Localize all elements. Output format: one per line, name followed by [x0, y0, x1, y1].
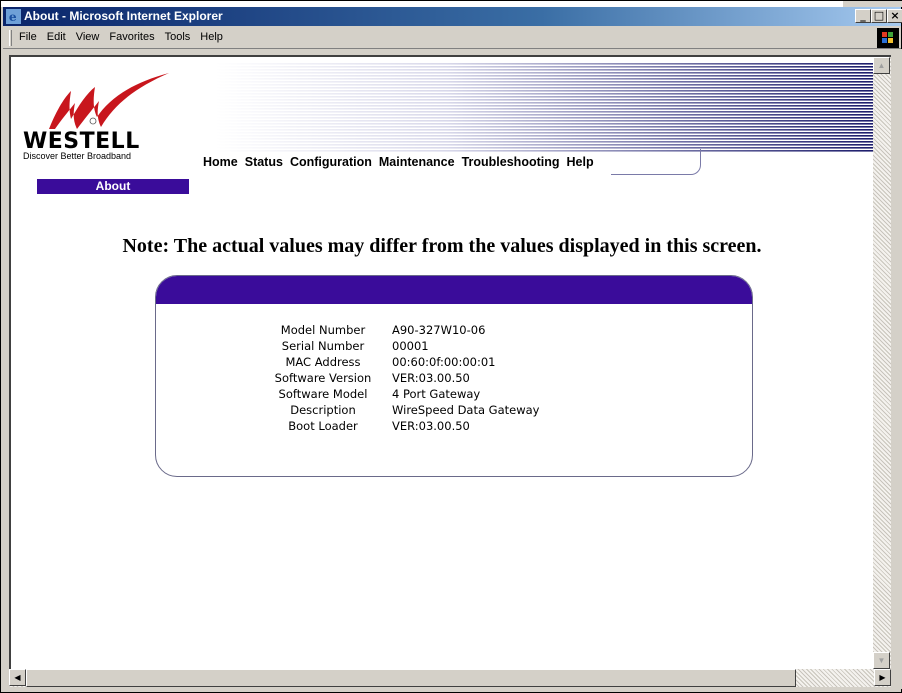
- info-row: MAC Address 00:60:0f:00:00:01: [262, 354, 539, 370]
- vertical-scrollbar[interactable]: ▲ ▼: [873, 55, 891, 669]
- note-text: Note: The actual values may differ from …: [122, 235, 762, 257]
- mac-address-label: MAC Address: [285, 355, 361, 369]
- model-number-value: A90-327W10-06: [392, 323, 486, 337]
- nav-home[interactable]: Home: [203, 155, 238, 169]
- info-row: Serial Number 00001: [262, 338, 539, 354]
- main-nav: Home Status Configuration Maintenance Tr…: [203, 155, 594, 169]
- browser-window: e About - Microsoft Internet Explorer _ …: [0, 0, 902, 693]
- about-panel: Model Number A90-327W10-06 Serial Number…: [155, 275, 753, 477]
- window-title: About - Microsoft Internet Explorer: [24, 9, 223, 23]
- boot-loader-label: Boot Loader: [288, 419, 358, 433]
- nav-maintenance[interactable]: Maintenance: [379, 155, 455, 169]
- menu-help[interactable]: Help: [200, 31, 223, 43]
- about-panel-header: [156, 276, 752, 304]
- nav-troubleshooting[interactable]: Troubleshooting: [462, 155, 560, 169]
- scroll-right-icon[interactable]: ▶: [874, 669, 891, 686]
- page-content: WESTELL Discover Better Broadband Home S…: [9, 55, 873, 669]
- menu-tools[interactable]: Tools: [165, 31, 191, 43]
- nav-configuration[interactable]: Configuration: [290, 155, 372, 169]
- software-version-label: Software Version: [274, 371, 372, 385]
- description-label: Description: [290, 403, 356, 417]
- about-info-table: Model Number A90-327W10-06 Serial Number…: [262, 322, 540, 434]
- menu-view[interactable]: View: [76, 31, 100, 43]
- software-version-value: VER:03.00.50: [392, 371, 470, 385]
- serial-number-label: Serial Number: [281, 339, 365, 353]
- menu-grip[interactable]: [9, 30, 12, 46]
- nav-status[interactable]: Status: [245, 155, 283, 169]
- menu-favorites[interactable]: Favorites: [109, 31, 154, 43]
- minimize-button[interactable]: _: [855, 9, 871, 23]
- close-button[interactable]: ×: [887, 9, 902, 23]
- brand-tagline: Discover Better Broadband: [23, 151, 132, 161]
- scroll-down-icon[interactable]: ▼: [873, 652, 890, 669]
- info-row: Boot Loader VER:03.00.50: [262, 418, 539, 434]
- nav-curve-decoration: [611, 149, 701, 175]
- ie-icon: e: [6, 9, 21, 24]
- info-row: Description WireSpeed Data Gateway: [262, 402, 539, 418]
- menu-edit[interactable]: Edit: [47, 31, 66, 43]
- info-row: Software Model 4 Port Gateway: [262, 386, 539, 402]
- info-row: Model Number A90-327W10-06: [262, 322, 539, 338]
- software-model-label: Software Model: [278, 387, 368, 401]
- maximize-button[interactable]: □: [871, 9, 887, 23]
- menu-file[interactable]: File: [19, 31, 37, 43]
- description-value: WireSpeed Data Gateway: [392, 403, 540, 417]
- header-stripes: [215, 63, 873, 152]
- windows-logo-icon: [877, 28, 899, 48]
- title-bar[interactable]: e About - Microsoft Internet Explorer _ …: [3, 7, 902, 26]
- westell-logo-icon: [49, 73, 169, 129]
- mac-address-value: 00:60:0f:00:00:01: [392, 355, 496, 369]
- scroll-up-icon[interactable]: ▲: [873, 57, 890, 74]
- horizontal-scrollbar[interactable]: ◀ ▶: [9, 669, 891, 687]
- menu-bar: File Edit View Favorites Tools Help: [3, 27, 901, 49]
- horizontal-scroll-thumb[interactable]: [26, 669, 796, 687]
- serial-number-value: 00001: [392, 339, 429, 353]
- software-model-value: 4 Port Gateway: [392, 387, 481, 401]
- section-label: About: [37, 179, 189, 194]
- info-row: Software Version VER:03.00.50: [262, 370, 539, 386]
- boot-loader-value: VER:03.00.50: [392, 419, 470, 433]
- nav-help[interactable]: Help: [567, 155, 594, 169]
- model-number-label: Model Number: [280, 323, 366, 337]
- svg-text:e: e: [9, 10, 17, 24]
- window-frame-right: [891, 49, 902, 689]
- scroll-left-icon[interactable]: ◀: [9, 669, 26, 686]
